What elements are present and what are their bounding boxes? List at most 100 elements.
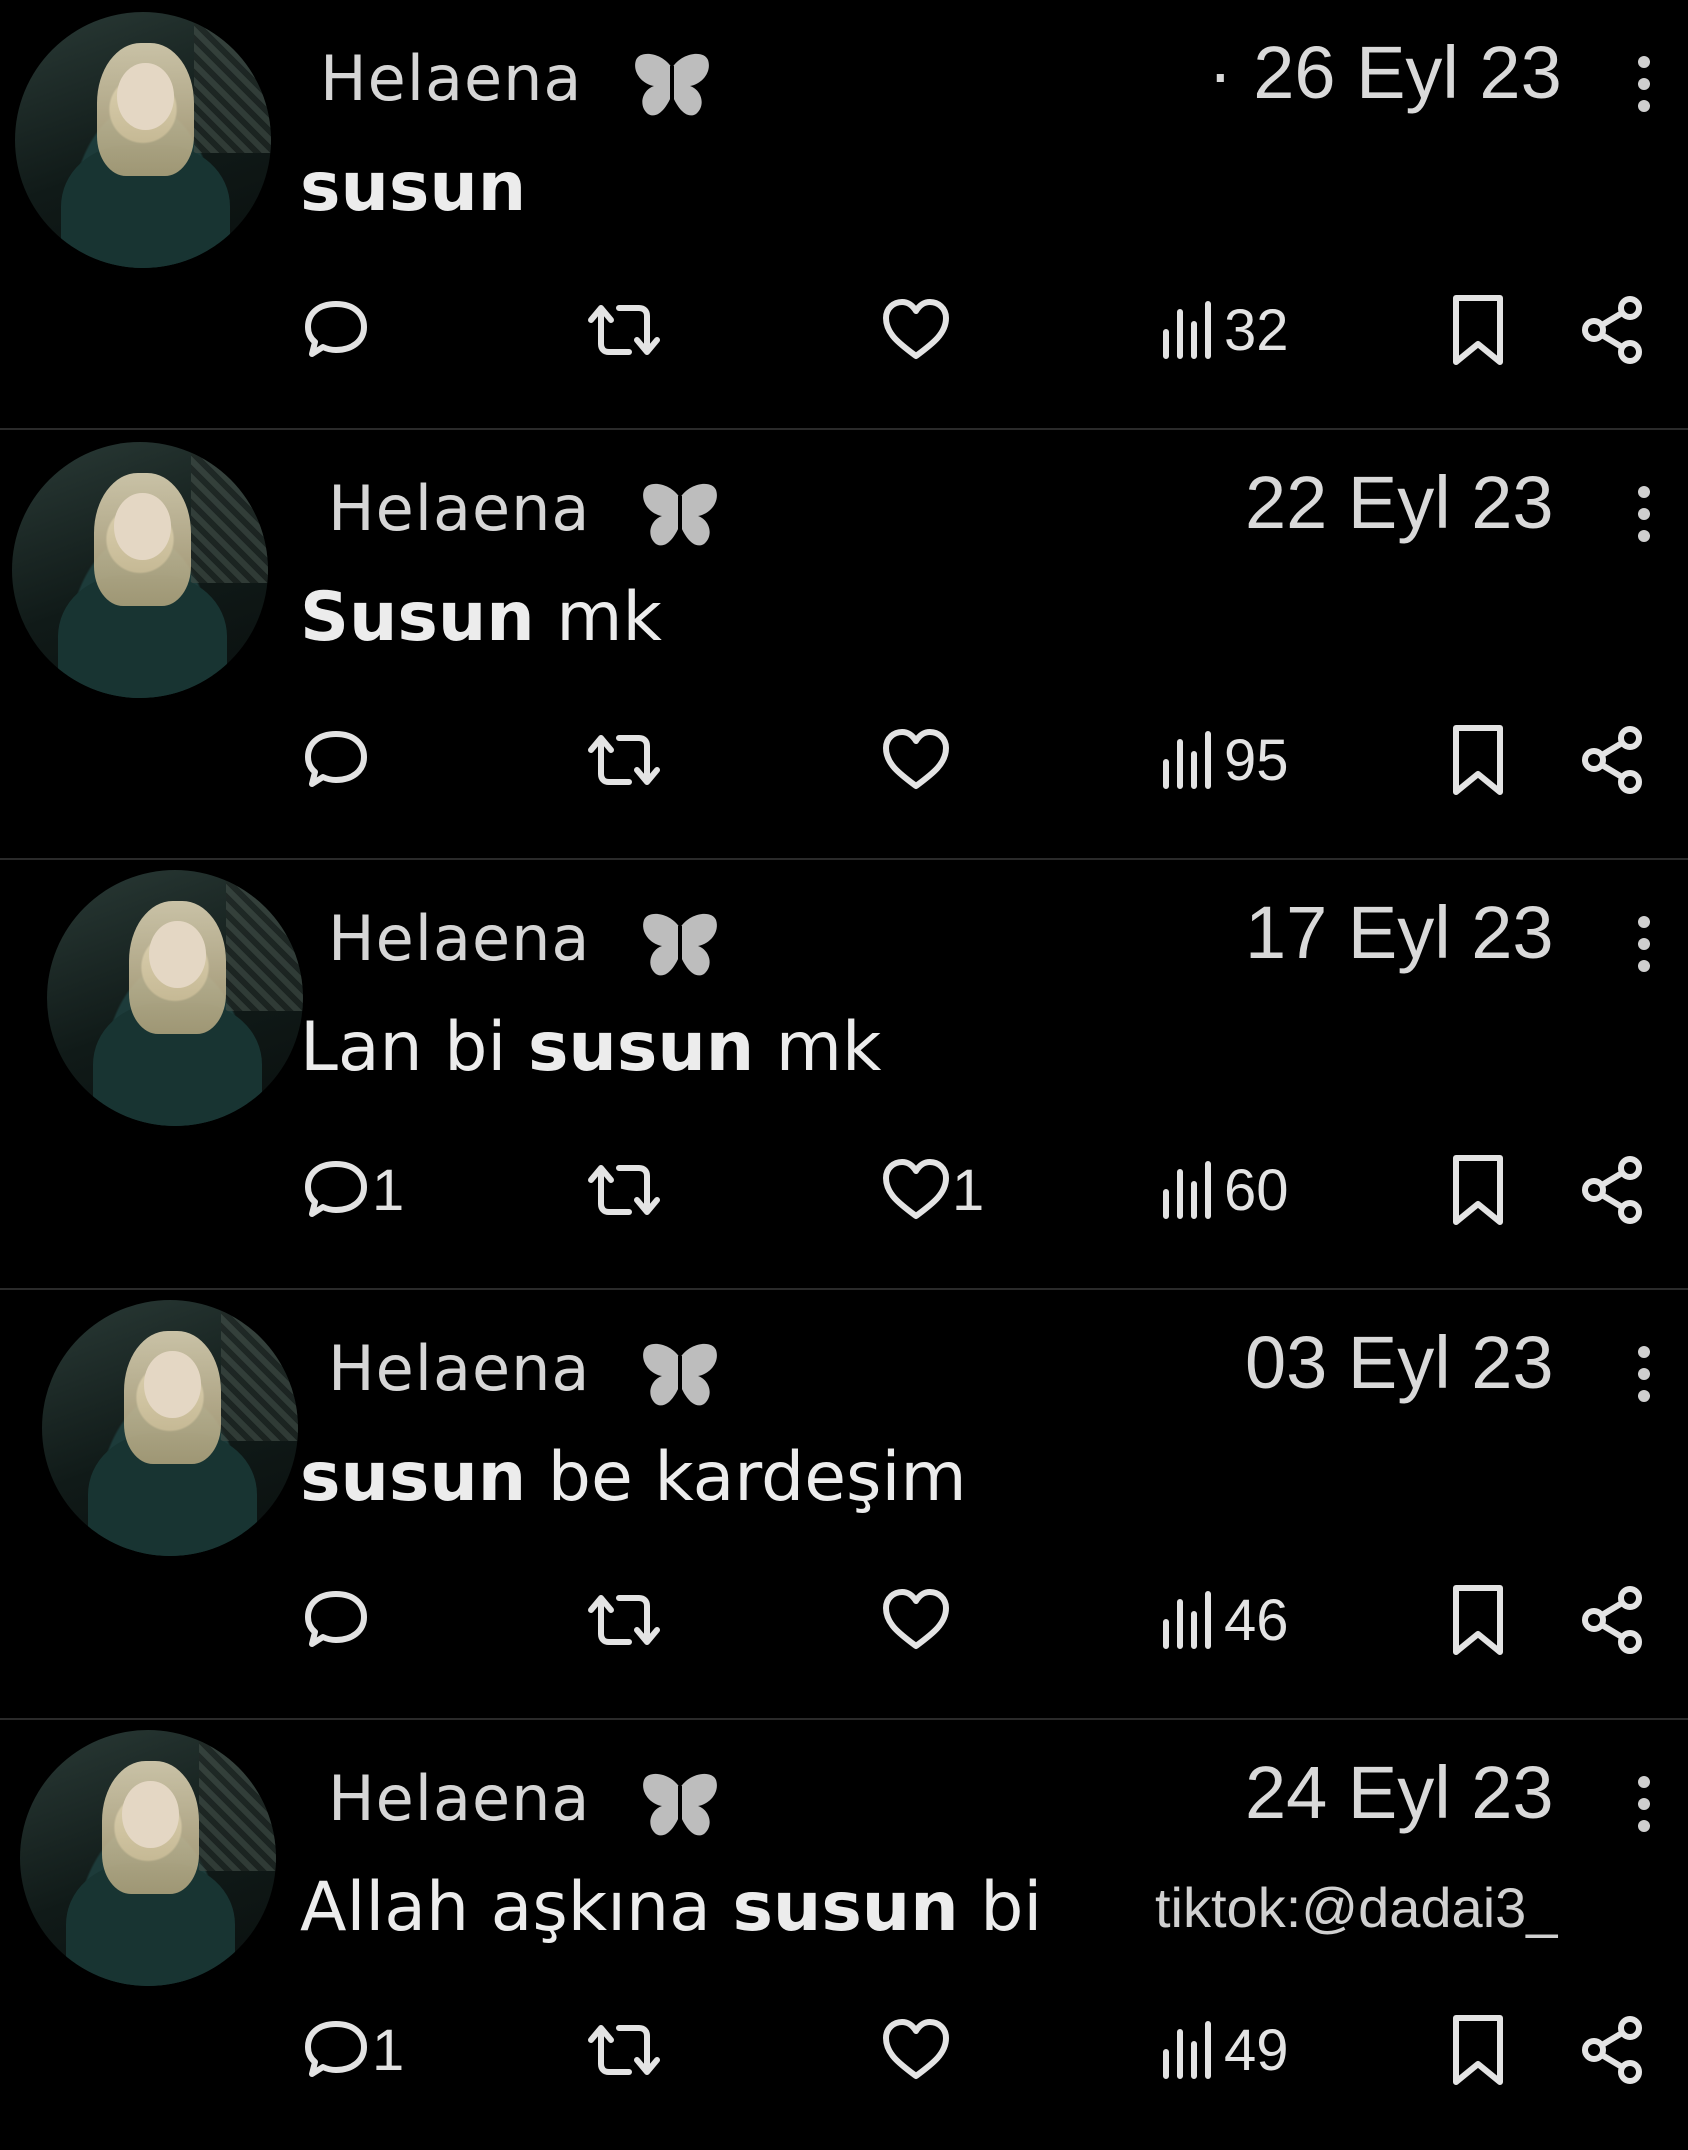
repost-button[interactable]	[585, 1584, 663, 1656]
repost-button[interactable]	[585, 294, 663, 366]
like-button[interactable]: 1	[880, 1154, 984, 1226]
repost-button[interactable]	[585, 724, 663, 796]
post-date[interactable]: 22 Eyl 23	[1245, 460, 1554, 545]
bookmark-icon	[1446, 292, 1510, 368]
like-button[interactable]	[880, 294, 952, 366]
views-icon	[1158, 724, 1218, 796]
repost-icon	[585, 1154, 663, 1226]
avatar[interactable]	[12, 442, 268, 698]
heart-icon	[880, 294, 952, 366]
reply-button[interactable]	[300, 294, 372, 366]
reply-icon	[300, 2014, 372, 2086]
like-button[interactable]	[880, 1584, 952, 1656]
reply-button[interactable]: 1	[300, 2014, 404, 2086]
bookmark-icon	[1446, 1582, 1510, 1658]
butterfly-icon	[632, 50, 712, 120]
heart-icon	[880, 2014, 952, 2086]
views-button[interactable]: 49	[1158, 2014, 1289, 2086]
butterfly-icon	[640, 910, 720, 980]
tweet-text: Allah aşkına susun bi	[300, 1868, 1042, 1947]
tweet-text-bold: susun	[300, 1438, 527, 1517]
reply-button[interactable]	[300, 724, 372, 796]
views-button[interactable]: 32	[1158, 294, 1289, 366]
post-date[interactable]: 24 Eyl 23	[1245, 1750, 1554, 1835]
views-count: 46	[1224, 1587, 1289, 1653]
views-button[interactable]: 95	[1158, 724, 1289, 796]
reply-count: 1	[372, 1157, 405, 1223]
post-date[interactable]: 17 Eyl 23	[1245, 890, 1554, 975]
like-button[interactable]	[880, 2014, 952, 2086]
repost-button[interactable]	[585, 2014, 663, 2086]
avatar[interactable]	[15, 12, 271, 268]
repost-button[interactable]	[585, 1154, 663, 1226]
tweet-4[interactable]: Helaena 03 Eyl 23 susun be kardeşim 46	[0, 1290, 1688, 1720]
tweet-2[interactable]: Helaena 22 Eyl 23 Susun mk 95	[0, 430, 1688, 860]
like-button[interactable]	[880, 724, 952, 796]
heart-icon	[880, 724, 952, 796]
views-button[interactable]: 60	[1158, 1154, 1289, 1226]
tweet-text: susun	[300, 148, 526, 227]
tweet-text-part: mk	[754, 1008, 882, 1087]
share-icon	[1580, 2014, 1646, 2086]
reply-icon	[300, 1584, 372, 1656]
views-icon	[1158, 2014, 1218, 2086]
author-name[interactable]: Helaena	[320, 42, 582, 115]
tweet-text: Lan bi susun mk	[300, 1008, 881, 1087]
more-icon[interactable]	[1638, 56, 1652, 122]
avatar[interactable]	[42, 1300, 298, 1556]
tweet-3[interactable]: Helaena 17 Eyl 23 Lan bi susun mk 1 1 60	[0, 860, 1688, 1290]
tweet-text-bold: Susun	[300, 578, 535, 657]
views-button[interactable]: 46	[1158, 1584, 1289, 1656]
views-icon	[1158, 294, 1218, 366]
bookmark-button[interactable]	[1446, 1154, 1510, 1226]
bookmark-button[interactable]	[1446, 294, 1510, 366]
tweet-text-part: mk	[534, 578, 662, 657]
author-name[interactable]: Helaena	[328, 472, 590, 545]
bookmark-button[interactable]	[1446, 2014, 1510, 2086]
share-button[interactable]	[1580, 294, 1646, 366]
author-name[interactable]: Helaena	[328, 1762, 590, 1835]
share-button[interactable]	[1580, 724, 1646, 796]
share-button[interactable]	[1580, 1584, 1646, 1656]
share-button[interactable]	[1580, 2014, 1646, 2086]
more-icon[interactable]	[1638, 1776, 1652, 1842]
reply-count: 1	[372, 2017, 405, 2083]
repost-icon	[585, 2014, 663, 2086]
share-icon	[1580, 1154, 1646, 1226]
heart-icon	[880, 1154, 952, 1226]
more-icon[interactable]	[1638, 1346, 1652, 1412]
reply-icon	[300, 724, 372, 796]
tweet-text-bold: susun	[732, 1868, 959, 1947]
views-count: 32	[1224, 297, 1289, 363]
share-icon	[1580, 724, 1646, 796]
bookmark-button[interactable]	[1446, 1584, 1510, 1656]
post-date[interactable]: · 26 Eyl 23	[1208, 30, 1562, 115]
author-name[interactable]: Helaena	[328, 902, 590, 975]
tweet-1[interactable]: Helaena · 26 Eyl 23 susun 32	[0, 0, 1688, 430]
share-icon	[1580, 294, 1646, 366]
views-count: 49	[1224, 2017, 1289, 2083]
bookmark-icon	[1446, 722, 1510, 798]
repost-icon	[585, 294, 663, 366]
tweet-text-part: Allah aşkına	[300, 1868, 733, 1947]
bookmark-icon	[1446, 2012, 1510, 2088]
more-icon[interactable]	[1638, 916, 1652, 982]
repost-icon	[585, 724, 663, 796]
avatar[interactable]	[47, 870, 303, 1126]
views-icon	[1158, 1154, 1218, 1226]
heart-count: 1	[952, 1157, 985, 1223]
avatar[interactable]	[20, 1730, 276, 1986]
tweet-text-part: bi	[958, 1868, 1043, 1947]
author-name[interactable]: Helaena	[328, 1332, 590, 1405]
butterfly-icon	[640, 480, 720, 550]
tweet-text: Susun mk	[300, 578, 662, 657]
views-count: 95	[1224, 727, 1289, 793]
reply-button[interactable]	[300, 1584, 372, 1656]
share-icon	[1580, 1584, 1646, 1656]
more-icon[interactable]	[1638, 486, 1652, 552]
post-date[interactable]: 03 Eyl 23	[1245, 1320, 1554, 1405]
share-button[interactable]	[1580, 1154, 1646, 1226]
bookmark-button[interactable]	[1446, 724, 1510, 796]
butterfly-icon	[640, 1340, 720, 1410]
reply-button[interactable]: 1	[300, 1154, 404, 1226]
